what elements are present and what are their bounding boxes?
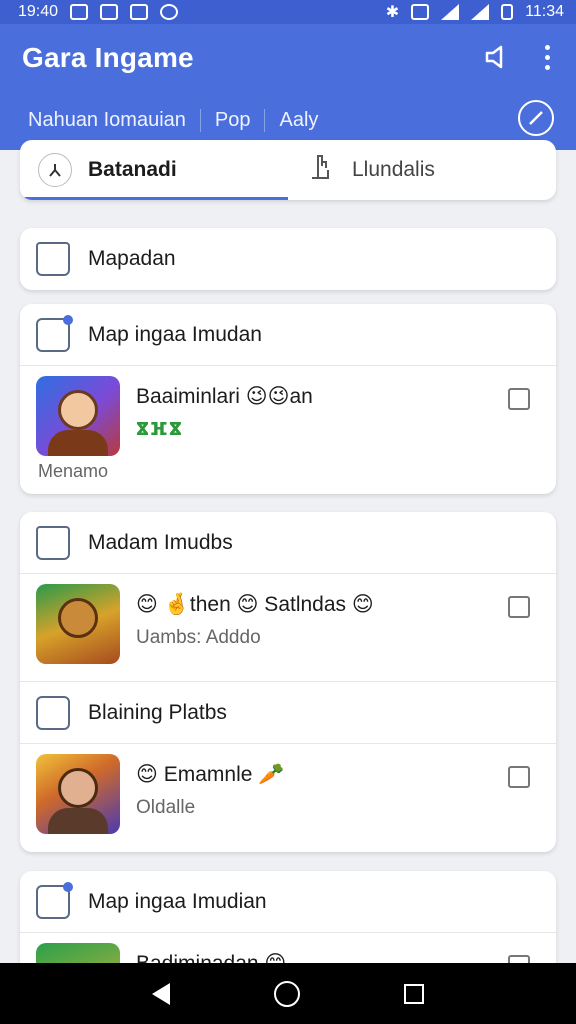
section-title: Madam Imudbs bbox=[88, 530, 233, 554]
section-title: Map ingaa Imudan bbox=[88, 322, 262, 346]
hand-pointer-icon bbox=[306, 152, 336, 188]
item-checkbox[interactable] bbox=[508, 388, 530, 410]
subtab-item[interactable]: Nahuan Iomauian bbox=[0, 108, 201, 132]
checklist-icon bbox=[36, 314, 73, 352]
notification-icon bbox=[130, 4, 149, 20]
checklist-icon bbox=[36, 881, 73, 919]
subtab-item[interactable]: Aaly bbox=[265, 109, 332, 132]
wifi-icon bbox=[441, 4, 460, 20]
section-header[interactable]: Blaining Platbs bbox=[20, 682, 556, 744]
signal-icon bbox=[471, 4, 490, 20]
section-card: Mapadan bbox=[20, 228, 556, 290]
status-time-left: 19:40 bbox=[18, 3, 59, 20]
app-bar: Gara Ingame Nahuan Iomauian Pop Aaly bbox=[0, 24, 576, 150]
calendar-icon bbox=[36, 242, 70, 276]
section-header[interactable]: Madam Imudbs bbox=[20, 512, 556, 574]
notification-icon bbox=[100, 4, 119, 20]
game-thumbnail bbox=[36, 584, 120, 664]
overflow-menu-icon[interactable] bbox=[532, 42, 562, 72]
section-header[interactable]: Mapadan bbox=[20, 228, 556, 290]
notification-icon bbox=[70, 4, 89, 20]
section-title: Map ingaa Imudian bbox=[88, 889, 267, 913]
item-title: 😊 Emamnle 🥕 bbox=[136, 763, 285, 786]
tab-label: Batanadi bbox=[88, 158, 177, 181]
home-icon bbox=[36, 525, 70, 560]
section-header[interactable]: Map ingaa Imudian bbox=[20, 871, 556, 933]
item-subtitle: Uambs: Adddo bbox=[136, 627, 261, 648]
home-button-icon[interactable] bbox=[274, 980, 300, 1007]
section-card: Map ingaa Imudan Baaiminlari 😉😉an ⴵⴼⴵ Me… bbox=[20, 304, 556, 494]
item-tag: ⴵⴼⴵ bbox=[136, 419, 183, 439]
segment-tabs: Batanadi Llundalis bbox=[20, 140, 556, 200]
section-header[interactable]: Map ingaa Imudan bbox=[20, 304, 556, 366]
item-title: 😊 🤞then 😊 Satlndas 😊 bbox=[136, 593, 374, 616]
item-checkbox[interactable] bbox=[508, 766, 530, 788]
item-title: Baaiminlari 😉😉an bbox=[136, 385, 313, 408]
subtab-item[interactable]: Pop bbox=[201, 108, 266, 132]
section-card: Madam Imudbs 😊 🤞then 😊 Satlndas 😊 Uambs:… bbox=[20, 512, 556, 852]
system-nav-bar bbox=[0, 963, 576, 1024]
back-icon[interactable] bbox=[152, 982, 170, 1005]
person-icon bbox=[38, 153, 72, 187]
game-thumbnail bbox=[36, 754, 120, 834]
speaker-icon[interactable] bbox=[482, 42, 512, 72]
battery-icon bbox=[501, 4, 514, 20]
tab-llundalis[interactable]: Llundalis bbox=[288, 140, 556, 200]
recents-icon[interactable] bbox=[404, 983, 424, 1004]
list-item[interactable]: 😊 Emamnle 🥕 Oldalle bbox=[20, 744, 556, 852]
item-footer: Menamo bbox=[38, 461, 109, 481]
status-bar: 19:40 ✱ 11:34 bbox=[0, 0, 576, 24]
item-checkbox[interactable] bbox=[508, 596, 530, 618]
bluetooth-icon: ✱ bbox=[385, 4, 400, 21]
app-title: Gara Ingame bbox=[22, 42, 194, 73]
item-subtitle: Oldalle bbox=[136, 797, 196, 818]
board-icon bbox=[36, 695, 70, 730]
status-time-right: 11:34 bbox=[525, 3, 564, 20]
edit-icon[interactable] bbox=[518, 100, 554, 136]
notification-icon bbox=[160, 4, 179, 20]
list-item[interactable]: 😊 🤞then 😊 Satlndas 😊 Uambs: Adddo bbox=[20, 574, 556, 682]
tab-batanadi[interactable]: Batanadi bbox=[20, 140, 288, 200]
list-item[interactable]: Baaiminlari 😉😉an ⴵⴼⴵ Menamo bbox=[20, 366, 556, 494]
section-title: Mapadan bbox=[88, 247, 176, 270]
vibrate-icon bbox=[411, 4, 430, 20]
tab-label: Llundalis bbox=[352, 158, 435, 181]
section-title: Blaining Platbs bbox=[88, 700, 227, 724]
subtab-bar: Nahuan Iomauian Pop Aaly bbox=[0, 98, 576, 142]
game-thumbnail bbox=[36, 376, 120, 456]
